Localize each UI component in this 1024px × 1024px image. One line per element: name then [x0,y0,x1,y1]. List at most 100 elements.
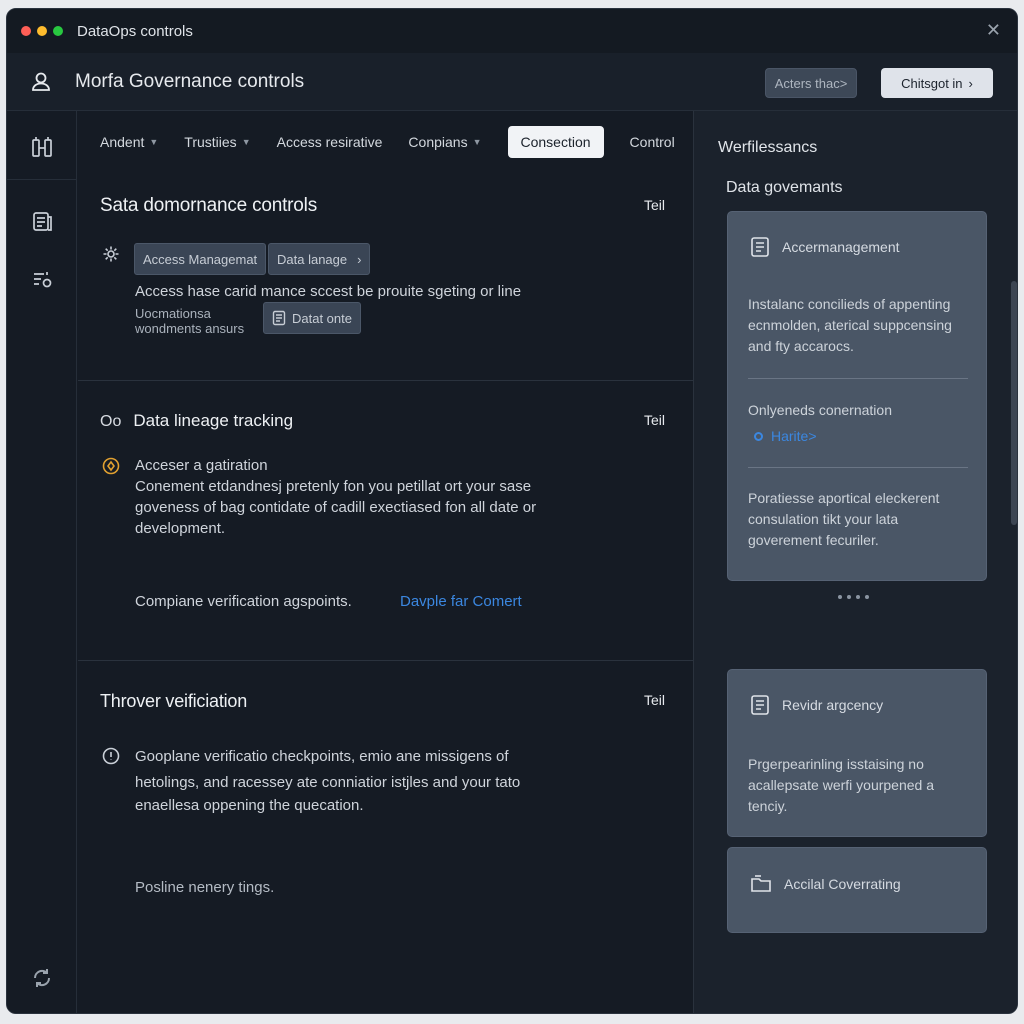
sync-icon[interactable] [29,965,55,991]
gear-icon [103,246,119,262]
section-line: Conement etdandnesj pretenly fon you pet… [135,478,532,495]
left-rail [7,111,77,1013]
section-title-prefix: Oo [100,413,122,430]
card-header: Revidr argcency [750,694,883,716]
chevron-down-icon: ▼ [241,137,251,147]
accilal-coverrating-card[interactable]: Accilal Coverrating [727,847,987,933]
panel-title: Werfilessancs [718,139,818,156]
pager-dot[interactable] [856,595,860,599]
section-body: Access hase carid mance sccest be prouit… [135,283,522,300]
card-text: Instalanc concilieds of appenting ecnmol… [748,296,952,354]
chevron-right-icon: › [357,251,362,267]
section-line: goveness of bag contidate of cadill exec… [135,499,537,516]
tab-label: Conpians [408,134,468,150]
page-title: Morfa Governance controls [75,70,305,92]
card-header: Accermanagement [750,236,900,258]
section-line: hetolings, and racessey ate conniatior i… [135,774,521,791]
tab-label: Control [629,134,675,150]
data-lineage-chip[interactable]: Data lanage › [268,243,371,275]
window-controls [21,26,63,36]
user-shield-icon [32,72,50,91]
section-title: Throver veificiation [100,691,248,711]
tab-label: Access resirative [276,134,383,150]
card-header: Accilal Coverrating [750,874,901,894]
tab-bar: Andent ▼ Trustiies ▼ Access resirative Con… [78,111,693,173]
section-line: enaellesa oppening the quecation. [135,797,364,814]
section-action-link[interactable]: Teil [644,412,665,428]
document-icon [272,310,286,326]
card-heading: Revidr argcency [782,697,884,713]
window-title: DataOps controls [77,22,193,40]
section-line: Gooplane verificatio checkpoints, emio a… [135,748,509,765]
section-action-link[interactable]: Teil [644,197,665,213]
tab-consection[interactable]: Consection [507,126,604,158]
section-footer-text: Compiane verification agspoints. [135,593,352,610]
card-divider [748,378,968,379]
tab-trustiies[interactable]: Trustiies ▼ [184,134,250,150]
section-footer-link[interactable]: Davple far Comert [400,591,522,612]
settings-list-icon[interactable] [29,267,55,293]
tab-conpians[interactable]: Conpians ▼ [408,134,481,150]
chevron-down-icon: ▼ [149,137,159,147]
data-onte-chip[interactable]: Datat onte [263,302,361,334]
info-circle-icon [102,747,120,765]
maximize-window-dot[interactable] [53,26,63,36]
app-header: Morfa Governance controls Acters thac> C… [7,53,1017,111]
tab-label: Trustiies [184,134,237,150]
panel-scrollbar[interactable] [1011,281,1017,525]
section-domornance-controls: Sata domornance controls Teil Access Man… [78,173,693,381]
section-title: Sata domornance controls [100,195,317,216]
title-bar: DataOps controls ✕ [7,9,1017,53]
card-text: Prgerpearinling isstaising no acallepsat… [748,756,935,814]
chip-label: Data lanage [277,251,348,267]
pager-dot[interactable] [865,595,869,599]
pager-dot[interactable] [838,595,842,599]
close-icon[interactable]: ✕ [986,21,1001,39]
tab-access-resirative[interactable]: Access resirative [277,134,383,150]
section-line: development. [135,520,226,537]
card-pager[interactable] [838,595,869,599]
access-management-card[interactable]: Accermanagement Instalanc concilieds of … [727,211,987,581]
section-line: Acceser a gatiration [135,457,268,474]
card-divider [748,467,968,468]
card-link-label: Harite> [771,428,817,444]
card-row-label: Onlyeneds conernation [748,402,892,418]
section-header: Oo Data lineage tracking [100,411,293,431]
rail-divider [7,179,77,180]
access-management-chip[interactable]: Access Managemat [134,243,267,275]
revidr-argcency-card[interactable]: Revidr argcency Prgerpearinling isstaisi… [727,669,987,837]
document-icon [751,237,769,257]
network-nodes-icon[interactable] [29,135,55,161]
card-heading: Accermanagement [782,239,900,255]
minimize-window-dot[interactable] [37,26,47,36]
section-action-link[interactable]: Teil [644,692,665,708]
chevron-down-icon: ▼ [472,137,482,147]
card-footer-text: Poratiesse aportical eleckerent consulat… [748,490,940,548]
secondary-header-button[interactable]: Acters thac> [765,68,857,98]
chip-label: Datat onte [292,310,352,326]
card-heading: Accilal Coverrating [784,876,901,892]
tab-andent[interactable]: Andent ▼ [100,134,158,150]
section-note-line2: wondments ansurs [135,321,245,336]
radio-icon [754,431,763,441]
app-window: DataOps controls ✕ Morfa Governance cont… [6,8,1018,1014]
primary-header-button[interactable]: Chitsgot in › [881,68,993,98]
warning-circle-icon [102,457,120,475]
tab-label: Consection [520,134,591,150]
panel-subtitle: Data govemants [726,179,843,196]
document-shield-icon[interactable] [29,209,55,235]
folder-icon [751,875,771,892]
section-note-line1: Uocmationsa [135,306,211,321]
card-row-link[interactable]: Harite> [754,428,817,444]
section-footer-text: Posline nenery tings. [135,879,275,896]
pager-dot[interactable] [847,595,851,599]
close-window-dot[interactable] [21,26,31,36]
section-verification: Throver veificiation Teil Gooplane verif… [78,661,693,1013]
tab-control[interactable]: Control [630,134,675,150]
section-title: Data lineage tracking [133,411,294,430]
chevron-right-icon: › [968,75,973,91]
document-icon [751,695,769,715]
main-content: Andent ▼ Trustiies ▼ Access resirative Con… [78,111,693,1013]
tab-label: Andent [100,134,145,150]
section-data-lineage: Oo Data lineage tracking Teil Acceser a … [78,381,693,661]
